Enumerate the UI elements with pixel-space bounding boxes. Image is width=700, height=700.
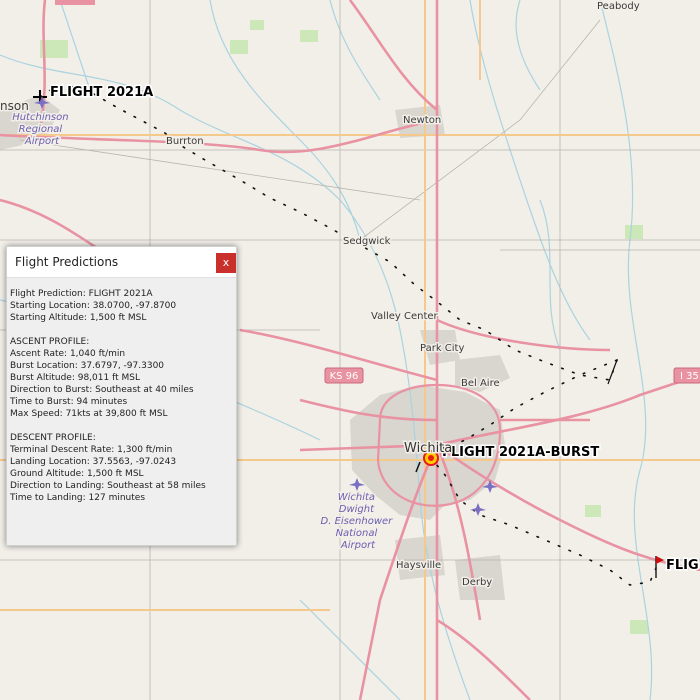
town-label: nson (0, 99, 29, 113)
panel-line: Burst Altitude: 98,011 ft MSL (10, 373, 140, 383)
panel-line: Direction to Landing: Southeast at 58 mi… (10, 481, 206, 491)
panel-line: Ascent Rate: 1,040 ft/min (10, 349, 126, 359)
town-label: Haysville (396, 560, 441, 571)
highway-shield-top (55, 0, 95, 5)
panel-line: Time to Landing: 127 minutes (10, 493, 146, 503)
highway-shield-i35: I 35 (673, 367, 700, 384)
town-label: Newton (403, 115, 441, 126)
panel-line: Ground Altitude: 1,500 ft MSL (10, 469, 144, 479)
panel-header: Flight Predictions x (7, 247, 236, 278)
town-label: Bel Aire (461, 378, 500, 389)
flight-start-label: FLIGHT 2021A (50, 85, 153, 100)
flight-predictions-panel: Flight Predictions x Flight Prediction: … (6, 246, 237, 546)
town-label: Burrton (166, 136, 204, 147)
town-label: Sedgwick (343, 236, 391, 247)
panel-title: Flight Predictions (15, 255, 119, 269)
panel-spacer (10, 324, 236, 336)
city-label-wichita: Wichita (404, 441, 452, 456)
flight-landing-label: FLIG (666, 558, 699, 573)
panel-line: Terminal Descent Rate: 1,300 ft/min (10, 445, 173, 455)
town-label: Peabody (597, 1, 640, 12)
town-label: Park City (420, 343, 464, 354)
panel-line: DESCENT PROFILE: (10, 433, 96, 443)
panel-line: ASCENT PROFILE: (10, 337, 90, 347)
panel-body: Flight Prediction: FLIGHT 2021A Starting … (7, 278, 236, 504)
panel-line: Max Speed: 71kts at 39,800 ft MSL (10, 409, 168, 419)
panel-line: Flight Prediction: FLIGHT 2021A (10, 289, 153, 299)
town-label: Valley Center (371, 311, 439, 322)
highway-shield-ks96: KS 96 (324, 367, 364, 384)
town-label: Derby (462, 577, 492, 588)
svg-text:I 35: I 35 (680, 371, 699, 382)
panel-line: Direction to Burst: Southeast at 40 mile… (10, 385, 194, 395)
flight-burst-label: FLIGHT 2021A-BURST (442, 445, 599, 460)
panel-line: Landing Location: 37.5563, -97.0243 (10, 457, 177, 467)
panel-line: Time to Burst: 94 minutes (10, 397, 128, 407)
panel-line: Burst Location: 37.6797, -97.3300 (10, 361, 165, 371)
panel-spacer (10, 420, 236, 432)
close-button[interactable]: x (216, 253, 236, 273)
svg-text:KS 96: KS 96 (330, 371, 359, 382)
panel-line: Starting Location: 38.0700, -97.8700 (10, 301, 177, 311)
panel-line: Starting Altitude: 1,500 ft MSL (10, 313, 147, 323)
